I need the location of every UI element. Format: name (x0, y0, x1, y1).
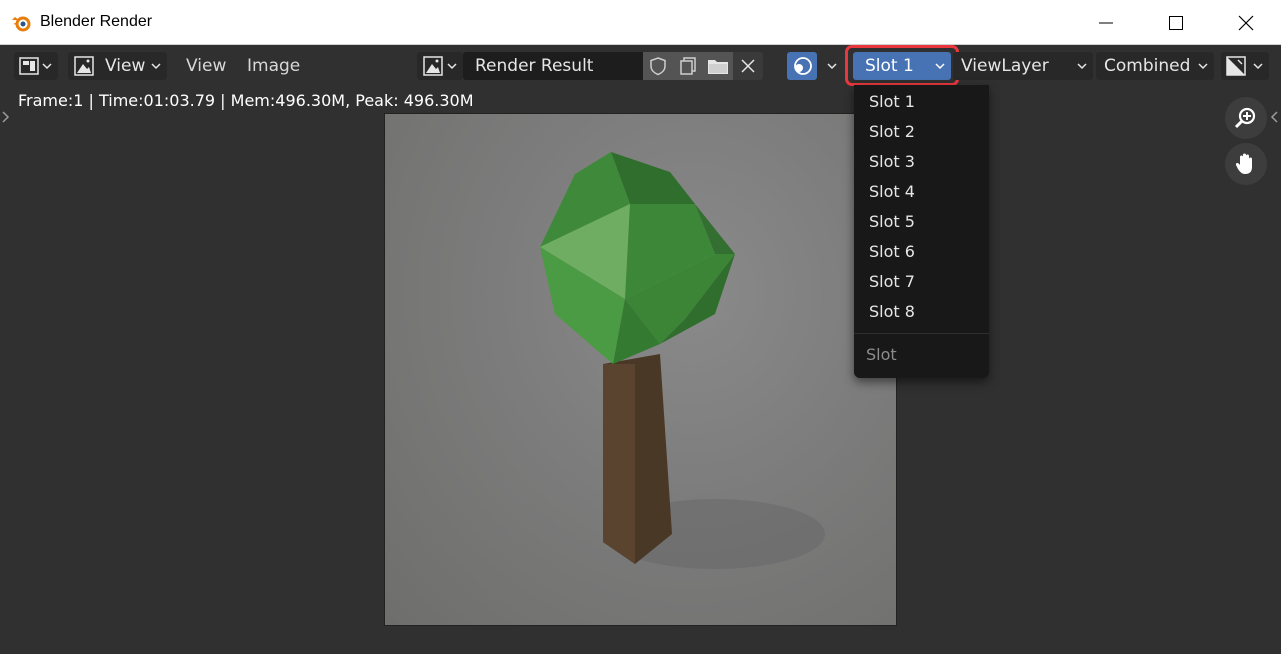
open-image-button[interactable] (703, 52, 733, 80)
slot-menu-item[interactable]: Slot 8 (869, 302, 915, 321)
display-channels-dropdown[interactable] (787, 52, 843, 80)
duplicate-icon (680, 57, 696, 75)
maximize-button[interactable] (1141, 0, 1211, 45)
slot-menu-item[interactable]: Slot 3 (869, 152, 915, 171)
window-titlebar: Blender Render (0, 0, 1281, 45)
image-name-field[interactable]: Render Result (463, 52, 643, 80)
image-browse-icon (423, 56, 443, 76)
pan-hand-icon (1235, 153, 1252, 174)
chevron-down-icon (1198, 63, 1208, 70)
close-window-icon (1238, 15, 1254, 30)
chevron-down-icon (1253, 63, 1263, 70)
toolbar-expand-icon[interactable] (2, 111, 10, 123)
view-mode-label: View (105, 56, 146, 76)
minimize-button[interactable] (1071, 0, 1141, 45)
close-icon (741, 59, 755, 73)
menu-view[interactable]: View (186, 56, 226, 76)
chevron-down-icon (447, 63, 457, 70)
chevron-down-icon (42, 63, 52, 70)
zoom-button[interactable] (1225, 97, 1267, 139)
window-title: Blender Render (40, 13, 153, 30)
slot-menu-item[interactable]: Slot 4 (869, 182, 915, 201)
slot-dropdown-menu: Slot 1 Slot 2 Slot 3 Slot 4 Slot 5 Slot … (854, 85, 989, 378)
chevron-down-icon (1077, 63, 1087, 70)
slot-menu-item[interactable]: Slot 2 (869, 122, 915, 141)
render-status-text: Frame:1 | Time:01:03.79 | Mem:496.30M, P… (18, 91, 474, 110)
display-mode-icon (1226, 56, 1246, 76)
view-layer-label: ViewLayer (961, 56, 1049, 76)
display-channels-icon (794, 57, 812, 75)
slot-highlight-outline (845, 45, 959, 86)
slot-menu-item[interactable]: Slot 7 (869, 272, 915, 291)
display-mode-dropdown[interactable] (1221, 52, 1269, 80)
slot-menu-item[interactable]: Slot 1 (869, 92, 915, 111)
close-window-button[interactable] (1211, 0, 1281, 45)
image-browse-button[interactable] (417, 52, 463, 80)
sidebar-expand-icon[interactable] (1270, 111, 1278, 123)
blender-logo-icon (12, 16, 31, 32)
menu-image[interactable]: Image (247, 56, 300, 76)
render-result-image (384, 113, 897, 626)
slot-menu-item[interactable]: Slot 5 (869, 212, 915, 231)
editor-type-button[interactable] (14, 52, 58, 80)
open-folder-icon (708, 60, 728, 74)
view-mode-dropdown[interactable]: View (68, 52, 167, 80)
maximize-icon (1169, 15, 1183, 30)
tree-render (540, 152, 825, 569)
menu-divider (854, 333, 989, 334)
minimize-icon (1099, 22, 1113, 23)
pan-button[interactable] (1225, 143, 1267, 185)
render-pass-label: Combined (1104, 56, 1191, 76)
slot-menu-title: Slot (866, 345, 897, 364)
view-layer-dropdown[interactable]: ViewLayer (953, 52, 1093, 80)
slot-menu-item[interactable]: Slot 6 (869, 242, 915, 261)
render-pass-dropdown[interactable]: Combined (1096, 52, 1214, 80)
chevron-down-icon (151, 63, 161, 70)
zoom-icon (1234, 107, 1256, 129)
unlink-image-button[interactable] (733, 52, 763, 80)
image-name-value: Render Result (475, 56, 594, 76)
chevron-down-icon (827, 63, 837, 70)
duplicate-image-button[interactable] (673, 52, 703, 80)
image-view-icon (74, 56, 94, 76)
fake-user-shield-icon (650, 57, 666, 76)
fake-user-button[interactable] (643, 52, 673, 80)
image-editor-icon (19, 57, 39, 75)
